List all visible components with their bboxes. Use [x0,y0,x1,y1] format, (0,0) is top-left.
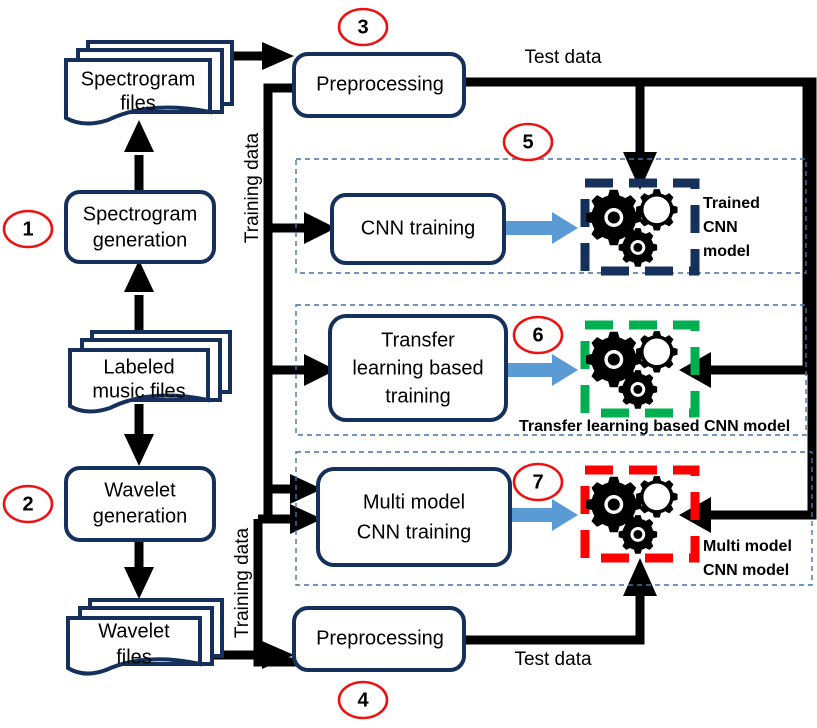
model-label-trained-3: model [703,243,750,260]
box-label-transfer-training-1: Transfer [381,329,455,351]
arrow-multi-training-to-multi-model [505,499,578,531]
box-label-spectrogram-generation-2: generation [93,229,188,251]
step-marker-5-label: 5 [522,131,533,153]
edge-wavelet-generation-to-files [124,540,154,599]
edge-test-data-bottom [460,558,657,645]
model-label-transfer: Transfer learning based CNN model [519,418,790,435]
box-label-spectrogram-generation-1: Spectrogram [83,203,198,225]
edge-trunk-to-transfer-training [268,354,336,386]
gears-icon-multi [586,476,678,554]
model-label-trained-1: Trained [703,195,760,212]
gears-icon-transfer [586,331,678,409]
step-marker-1-label: 1 [22,218,33,240]
model-label-multi-2: CNN model [703,562,789,579]
edge-test-data-top [460,77,657,190]
edge-label-training-data-bottom: Training data [232,527,253,638]
doc-label-music-files-1: Labeled [103,356,174,378]
box-label-wavelet-generation-1: Wavelet [104,479,176,501]
box-label-preprocessing-top: Preprocessing [316,73,444,95]
edge-label-test-data-top: Test data [524,47,602,68]
doc-label-wavelet-files-2: files [116,646,152,668]
arrow-cnn-training-to-trained-model [505,212,578,244]
box-label-multi-training-2: CNN training [357,521,471,543]
box-label-preprocessing-bottom: Preprocessing [316,627,444,649]
artifact-transfer-learning-cnn-model [580,320,700,418]
edge-training-data-top-trunk [263,83,304,520]
flowchart-svg: Spectrogram files Labeled music files Wa… [2,7,817,720]
diagram-canvas: Spectrogram files Labeled music files Wa… [0,0,817,728]
box-label-transfer-training-2: learning based [352,357,483,379]
step-marker-6-label: 6 [532,324,543,346]
edge-music-files-to-spectrogram-generation [124,260,154,330]
edge-label-training-data-top: Training data [242,132,263,243]
edge-label-test-data-bottom: Test data [514,649,592,670]
step-marker-4-label: 4 [357,689,369,711]
gears-icon-trained [586,189,678,267]
doc-label-wavelet-files-1: Wavelet [98,620,170,642]
box-label-transfer-training-3: training [385,385,451,407]
artifact-trained-cnn-model [580,178,700,276]
artifact-multi-model-cnn-model [580,465,700,563]
box-label-wavelet-generation-2: generation [93,505,188,527]
edge-test-data-top-bus-lower [679,77,817,533]
box-label-multi-training-1: Multi model [363,491,465,513]
box-multi-model-cnn-training[interactable] [316,467,512,567]
box-label-cnn-training: CNN training [361,217,475,239]
arrow-transfer-training-to-transfer-model [505,354,578,386]
model-label-multi-1: Multi model [703,538,792,555]
edge-music-files-to-wavelet-generation [124,404,154,466]
doc-label-spectrogram-files-1: Spectrogram [81,68,196,90]
edge-trunk-to-cnn-training [268,212,336,244]
step-marker-7-label: 7 [532,471,543,493]
step-marker-3-label: 3 [357,16,368,38]
edge-trunk-to-multi-training-upper [268,474,322,504]
model-label-trained-2: CNN [703,219,738,236]
doc-label-spectrogram-files-2: files [120,92,156,114]
doc-label-music-files-2: music files [92,380,185,402]
step-marker-2-label: 2 [22,493,33,515]
edge-spectrogram-generation-to-files [124,120,154,190]
